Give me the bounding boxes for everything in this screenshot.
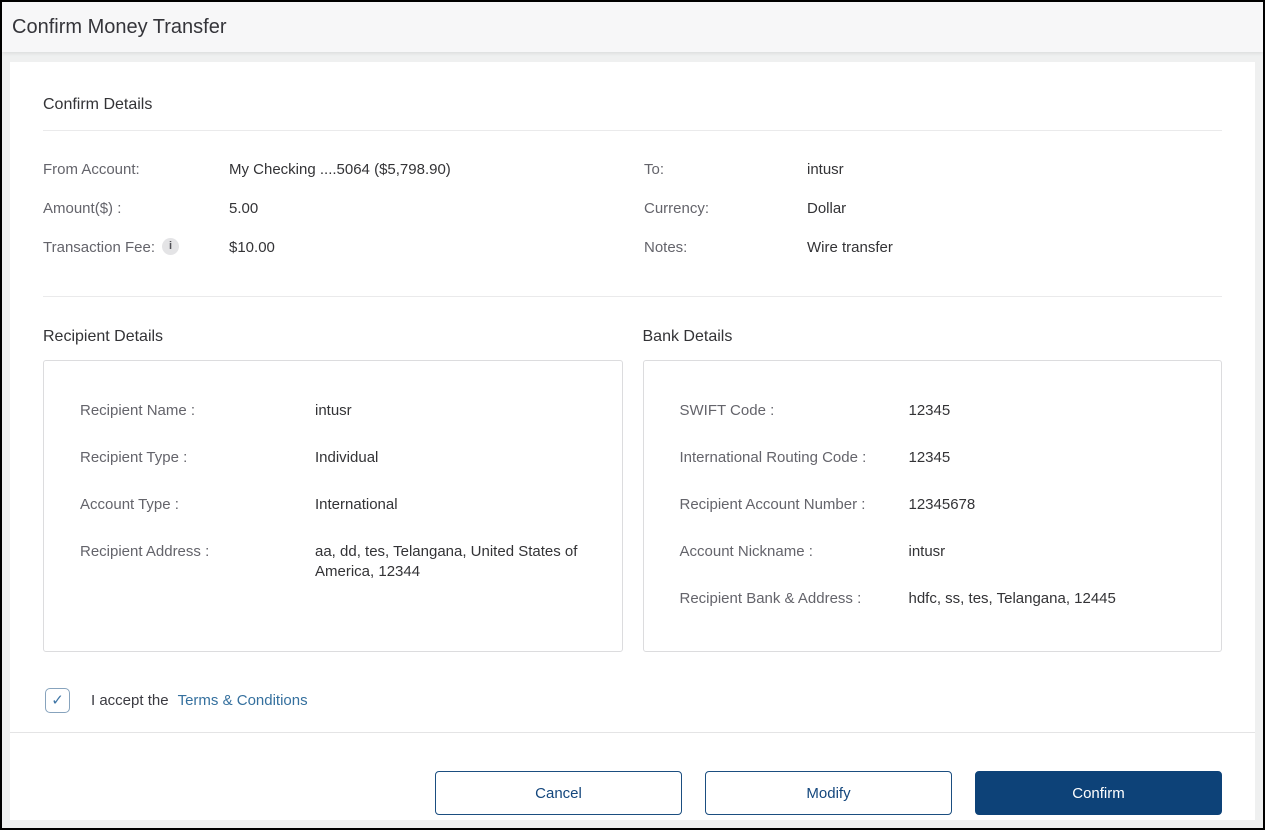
transaction-fee-row: Transaction Fee: i $10.00 — [43, 238, 624, 257]
swift-code-label: SWIFT Code : — [680, 401, 909, 421]
modify-button[interactable]: Modify — [705, 771, 952, 815]
confirm-details-heading: Confirm Details — [43, 95, 1222, 115]
terms-text: I accept the — [91, 692, 169, 709]
currency-row: Currency: Dollar — [644, 199, 1222, 218]
page-header: Confirm Money Transfer — [2, 2, 1263, 52]
notes-label: Notes: — [644, 238, 687, 257]
recipient-type-value: Individual — [315, 448, 378, 468]
terms-checkbox[interactable]: ✓ — [45, 688, 70, 713]
recipient-type-row: Recipient Type : Individual — [80, 448, 602, 468]
recipient-address-label: Recipient Address : — [80, 542, 315, 582]
international-routing-code-value: 12345 — [909, 448, 951, 468]
recipient-bank-address-row: Recipient Bank & Address : hdfc, ss, tes… — [680, 589, 1202, 609]
recipient-name-value: intusr — [315, 401, 352, 421]
terms-link[interactable]: Terms & Conditions — [178, 692, 308, 709]
recipient-details-panel: Recipient Details Recipient Name : intus… — [43, 327, 623, 652]
divider — [43, 296, 1222, 297]
account-type-label: Account Type : — [80, 495, 315, 515]
account-nickname-label: Account Nickname : — [680, 542, 909, 562]
divider — [43, 130, 1222, 131]
transaction-fee-label: Transaction Fee: — [43, 238, 155, 257]
check-icon: ✓ — [51, 691, 64, 709]
action-button-row: Cancel Modify Confirm — [43, 771, 1222, 815]
confirm-transfer-card: Confirm Details From Account: My Checkin… — [10, 62, 1255, 820]
account-type-value: International — [315, 495, 398, 515]
confirm-button[interactable]: Confirm — [975, 771, 1222, 815]
recipient-address-value: aa, dd, tes, Telangana, United States of… — [315, 542, 602, 582]
confirm-details-section: Confirm Details From Account: My Checkin… — [43, 95, 1222, 297]
from-account-value: My Checking ....5064 ($5,798.90) — [229, 160, 451, 179]
recipient-bank-address-label: Recipient Bank & Address : — [680, 589, 909, 609]
amount-row: Amount($) : 5.00 — [43, 199, 624, 218]
recipient-name-label: Recipient Name : — [80, 401, 315, 421]
recipient-bank-address-value: hdfc, ss, tes, Telangana, 12445 — [909, 589, 1116, 609]
page-title: Confirm Money Transfer — [12, 16, 227, 39]
amount-value: 5.00 — [229, 199, 258, 218]
summary-left-column: From Account: My Checking ....5064 ($5,7… — [43, 160, 624, 277]
to-row: To: intusr — [644, 160, 1222, 179]
to-label: To: — [644, 160, 664, 179]
recipient-account-number-label: Recipient Account Number : — [680, 495, 909, 515]
notes-value: Wire transfer — [807, 238, 893, 257]
amount-label: Amount($) : — [43, 199, 121, 218]
currency-value: Dollar — [807, 199, 846, 218]
recipient-type-label: Recipient Type : — [80, 448, 315, 468]
from-account-row: From Account: My Checking ....5064 ($5,7… — [43, 160, 624, 179]
terms-row: ✓ I accept the Terms & Conditions — [43, 687, 1222, 713]
cancel-button[interactable]: Cancel — [435, 771, 682, 815]
recipient-name-row: Recipient Name : intusr — [80, 401, 602, 421]
from-account-label: From Account: — [43, 160, 140, 179]
recipient-address-row: Recipient Address : aa, dd, tes, Telanga… — [80, 542, 602, 582]
recipient-account-number-value: 12345678 — [909, 495, 976, 515]
recipient-details-box: Recipient Name : intusr Recipient Type :… — [43, 360, 623, 652]
recipient-details-heading: Recipient Details — [43, 327, 623, 347]
bank-details-heading: Bank Details — [643, 327, 1223, 347]
swift-code-value: 12345 — [909, 401, 951, 421]
bank-details-box: SWIFT Code : 12345 International Routing… — [643, 360, 1223, 652]
swift-code-row: SWIFT Code : 12345 — [680, 401, 1202, 421]
international-routing-code-row: International Routing Code : 12345 — [680, 448, 1202, 468]
account-type-row: Account Type : International — [80, 495, 602, 515]
recipient-account-number-row: Recipient Account Number : 12345678 — [680, 495, 1202, 515]
currency-label: Currency: — [644, 199, 709, 218]
summary-right-column: To: intusr Currency: Dollar Notes: Wire … — [644, 160, 1222, 277]
bank-details-panel: Bank Details SWIFT Code : 12345 Internat… — [643, 327, 1223, 652]
international-routing-code-label: International Routing Code : — [680, 448, 909, 468]
summary-grid: From Account: My Checking ....5064 ($5,7… — [43, 160, 1222, 277]
info-icon[interactable]: i — [162, 238, 179, 255]
to-value: intusr — [807, 160, 844, 179]
notes-row: Notes: Wire transfer — [644, 238, 1222, 257]
account-nickname-value: intusr — [909, 542, 946, 562]
details-panels: Recipient Details Recipient Name : intus… — [43, 327, 1222, 652]
divider — [10, 732, 1255, 733]
account-nickname-row: Account Nickname : intusr — [680, 542, 1202, 562]
transaction-fee-value: $10.00 — [229, 238, 275, 257]
